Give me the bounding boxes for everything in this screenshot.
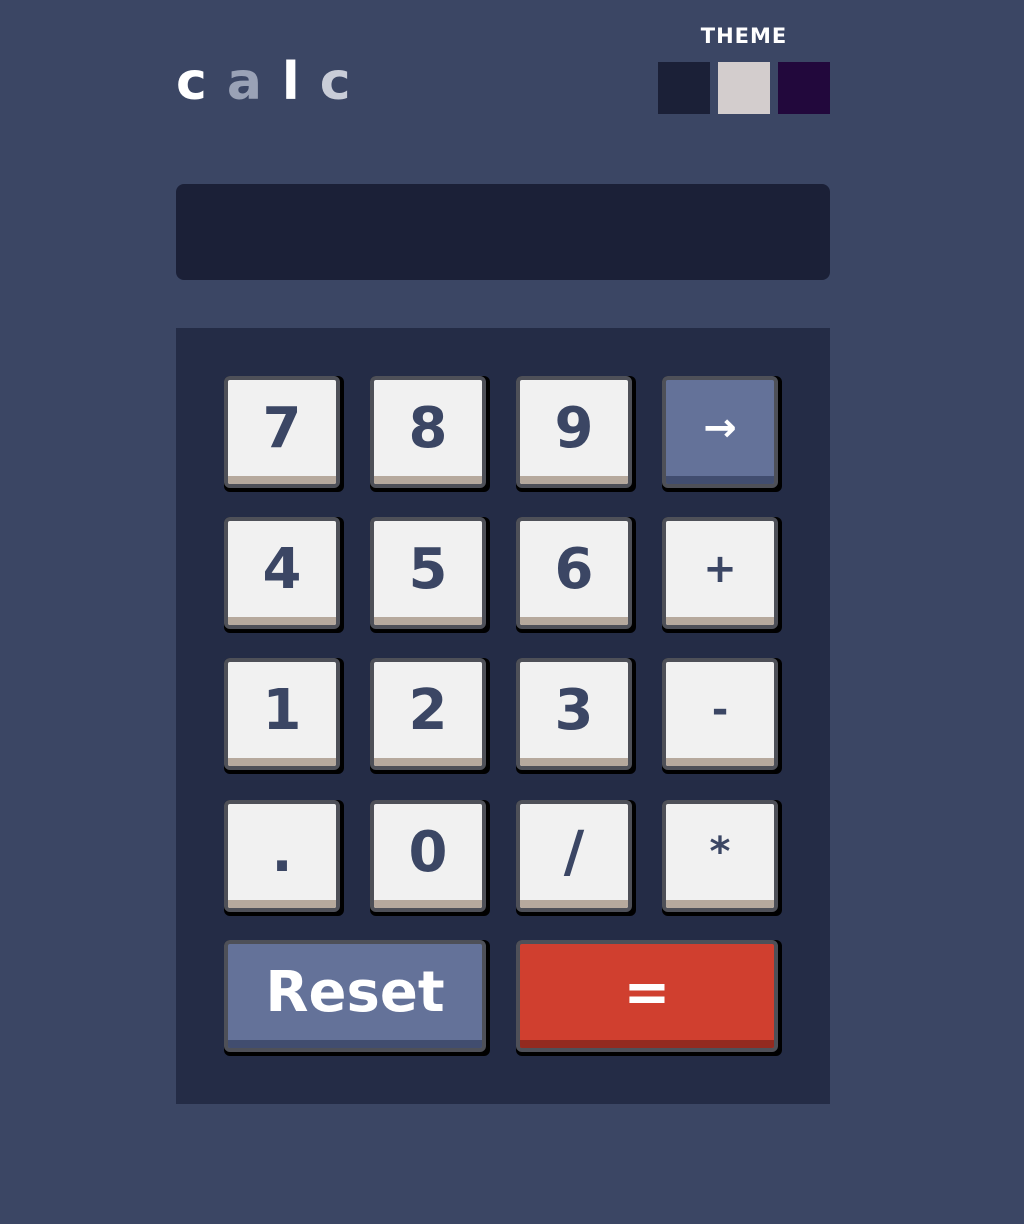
key-2[interactable]: 2 [370,658,490,774]
logo-letter-c2: c [319,52,351,112]
arrow-right-icon: → [703,405,737,451]
logo-letter-c: c [176,52,207,112]
divide-button[interactable]: / [516,800,636,916]
reset-button[interactable]: Reset [224,940,490,1056]
backspace-button[interactable]: → [662,376,782,492]
keypad: 7 8 9 → 4 5 6 + 1 2 3 - . 0 / * Reset = [176,328,830,1104]
key-1[interactable]: 1 [224,658,344,774]
key-8[interactable]: 8 [370,376,490,492]
display-screen [176,184,830,280]
key-0-label: 0 [408,819,448,885]
key-0[interactable]: 0 [370,800,490,916]
theme-swatch-dark[interactable] [658,62,710,114]
logo-letter-l: l [281,52,300,112]
key-2-label: 2 [408,677,448,743]
key-8-label: 8 [408,395,448,461]
minus-button[interactable]: - [662,658,782,774]
key-6-label: 6 [554,536,594,602]
key-4-label: 4 [262,536,302,602]
plus-button[interactable]: + [662,517,782,633]
plus-label: + [703,546,737,592]
key-7-label: 7 [262,395,302,461]
theme-switcher [658,62,830,114]
theme-swatch-light[interactable] [718,62,770,114]
key-1-label: 1 [262,677,302,743]
key-5-label: 5 [408,536,448,602]
decimal-label: . [271,819,293,885]
multiply-button[interactable]: * [662,800,782,916]
logo-letter-a: a [226,52,262,112]
key-3-label: 3 [554,677,594,743]
theme-swatch-purple[interactable] [778,62,830,114]
minus-label: - [711,687,729,733]
key-9[interactable]: 9 [516,376,636,492]
reset-label: Reset [265,959,445,1025]
theme-label: THEME [700,24,788,48]
app-logo: c a l c [176,56,371,108]
equals-label: = [623,959,671,1025]
equals-button[interactable]: = [516,940,782,1056]
key-9-label: 9 [554,395,594,461]
key-7[interactable]: 7 [224,376,344,492]
divide-label: / [563,819,585,885]
key-4[interactable]: 4 [224,517,344,633]
key-3[interactable]: 3 [516,658,636,774]
decimal-button[interactable]: . [224,800,344,916]
multiply-label: * [709,829,731,875]
key-6[interactable]: 6 [516,517,636,633]
key-5[interactable]: 5 [370,517,490,633]
